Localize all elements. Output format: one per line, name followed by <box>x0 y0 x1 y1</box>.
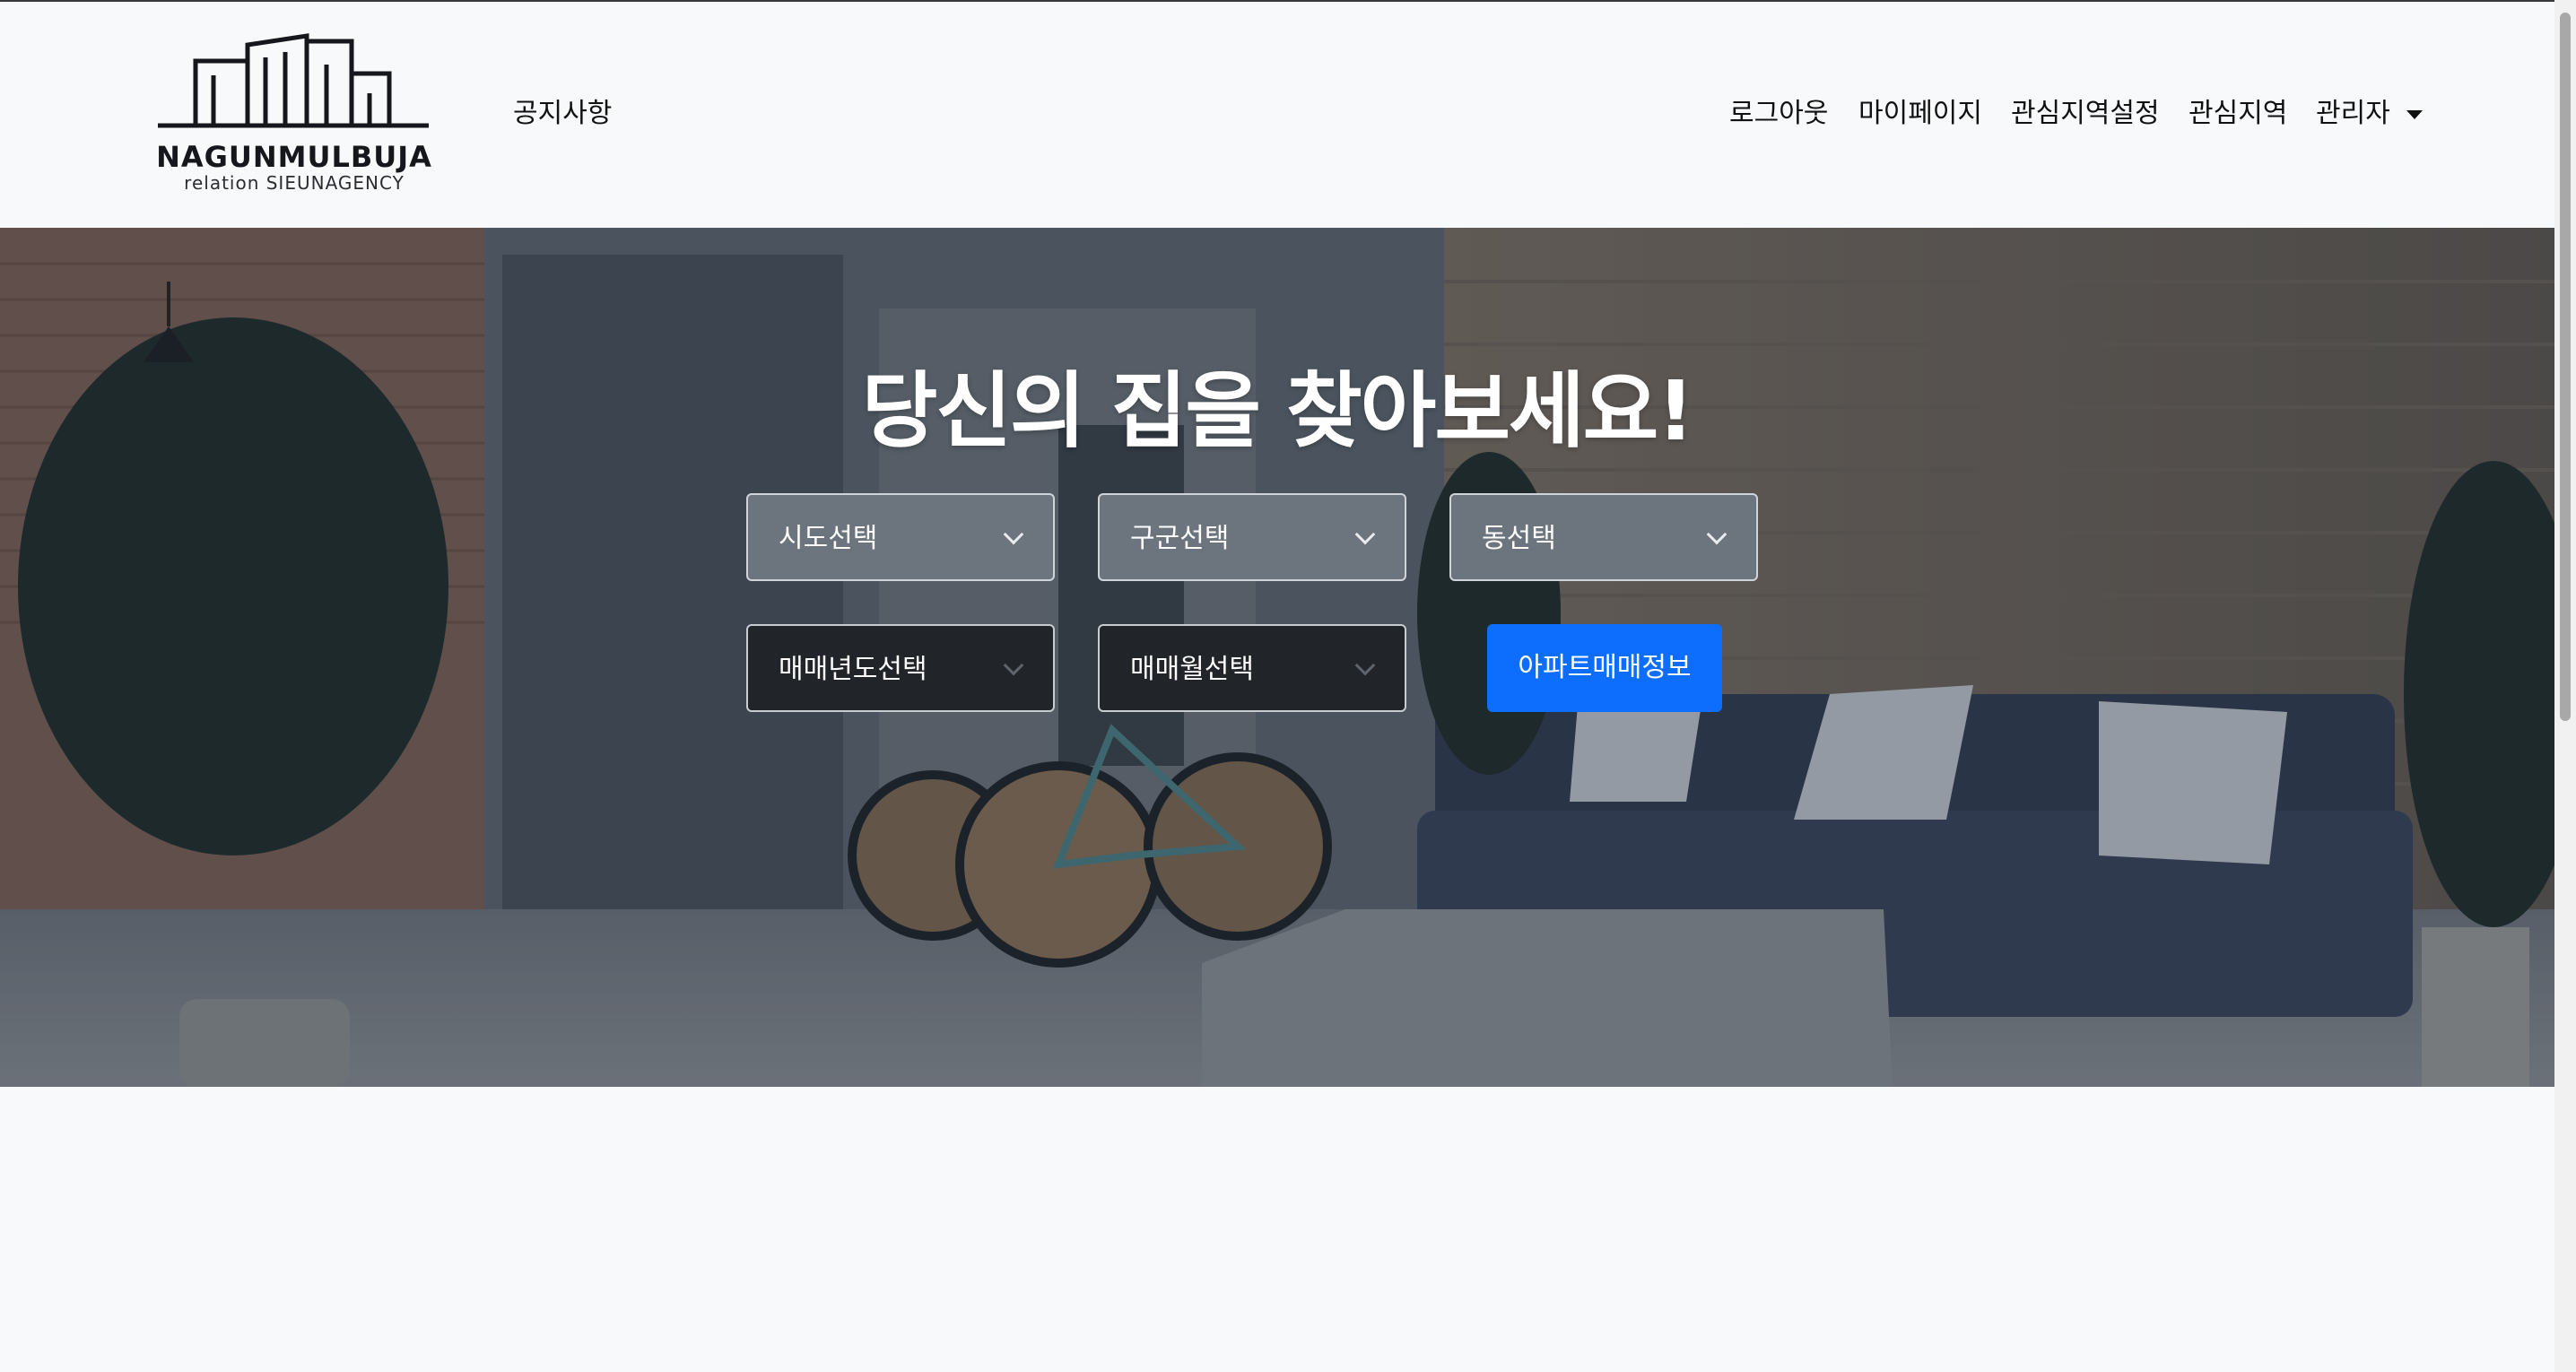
hero-section: 당신의 집을 찾아보세요! 시도선택 구군선택 동선택 매매년도선택 매매월선택… <box>0 228 2554 1087</box>
apartment-trade-info-button[interactable]: 아파트매매정보 <box>1487 624 1722 712</box>
select-dong-label: 동선택 <box>1482 523 1556 554</box>
brand-name: NAGUNMULBUJA <box>156 140 432 174</box>
page-scrollbar[interactable] <box>2554 0 2576 1372</box>
nav-link-logout[interactable]: 로그아웃 <box>1729 95 1828 133</box>
nav-dropdown-admin[interactable]: 관리자 <box>2316 95 2423 133</box>
nav-link-mypage[interactable]: 마이페이지 <box>1858 95 1982 133</box>
brand-logo[interactable]: NAGUNMULBUJA relation SIEUNAGENCY <box>135 29 454 199</box>
nav-admin-label: 관리자 <box>2316 98 2390 129</box>
select-gugun-label: 구군선택 <box>1130 523 1230 554</box>
chevron-down-icon <box>1003 655 1024 676</box>
chevron-down-icon <box>1354 524 1376 545</box>
chevron-down-icon <box>1354 655 1376 676</box>
select-month[interactable]: 매매월선택 <box>1098 624 1406 712</box>
nav-link-notice[interactable]: 공지사항 <box>513 95 612 133</box>
hero-title: 당신의 집을 찾아보세요! <box>861 363 1694 459</box>
nav-link-interest-setting[interactable]: 관심지역설정 <box>2011 95 2160 133</box>
select-year[interactable]: 매매년도선택 <box>746 624 1055 712</box>
navbar: NAGUNMULBUJA relation SIEUNAGENCY 공지사항 로… <box>0 2 2554 228</box>
scrollbar-thumb[interactable] <box>2560 13 2571 721</box>
logo-building-icon <box>158 33 429 128</box>
nav-link-interest-area[interactable]: 관심지역 <box>2189 95 2287 133</box>
chevron-down-icon <box>1003 524 1024 545</box>
select-month-label: 매매월선택 <box>1130 654 1254 685</box>
select-sido-label: 시도선택 <box>779 523 878 554</box>
select-year-label: 매매년도선택 <box>779 654 927 685</box>
select-sido[interactable]: 시도선택 <box>746 493 1055 581</box>
select-gugun[interactable]: 구군선택 <box>1098 493 1406 581</box>
chevron-down-icon <box>1706 524 1727 545</box>
select-dong[interactable]: 동선택 <box>1449 493 1758 581</box>
brand-tagline: relation SIEUNAGENCY <box>184 172 405 194</box>
caret-down-icon <box>2406 109 2423 119</box>
